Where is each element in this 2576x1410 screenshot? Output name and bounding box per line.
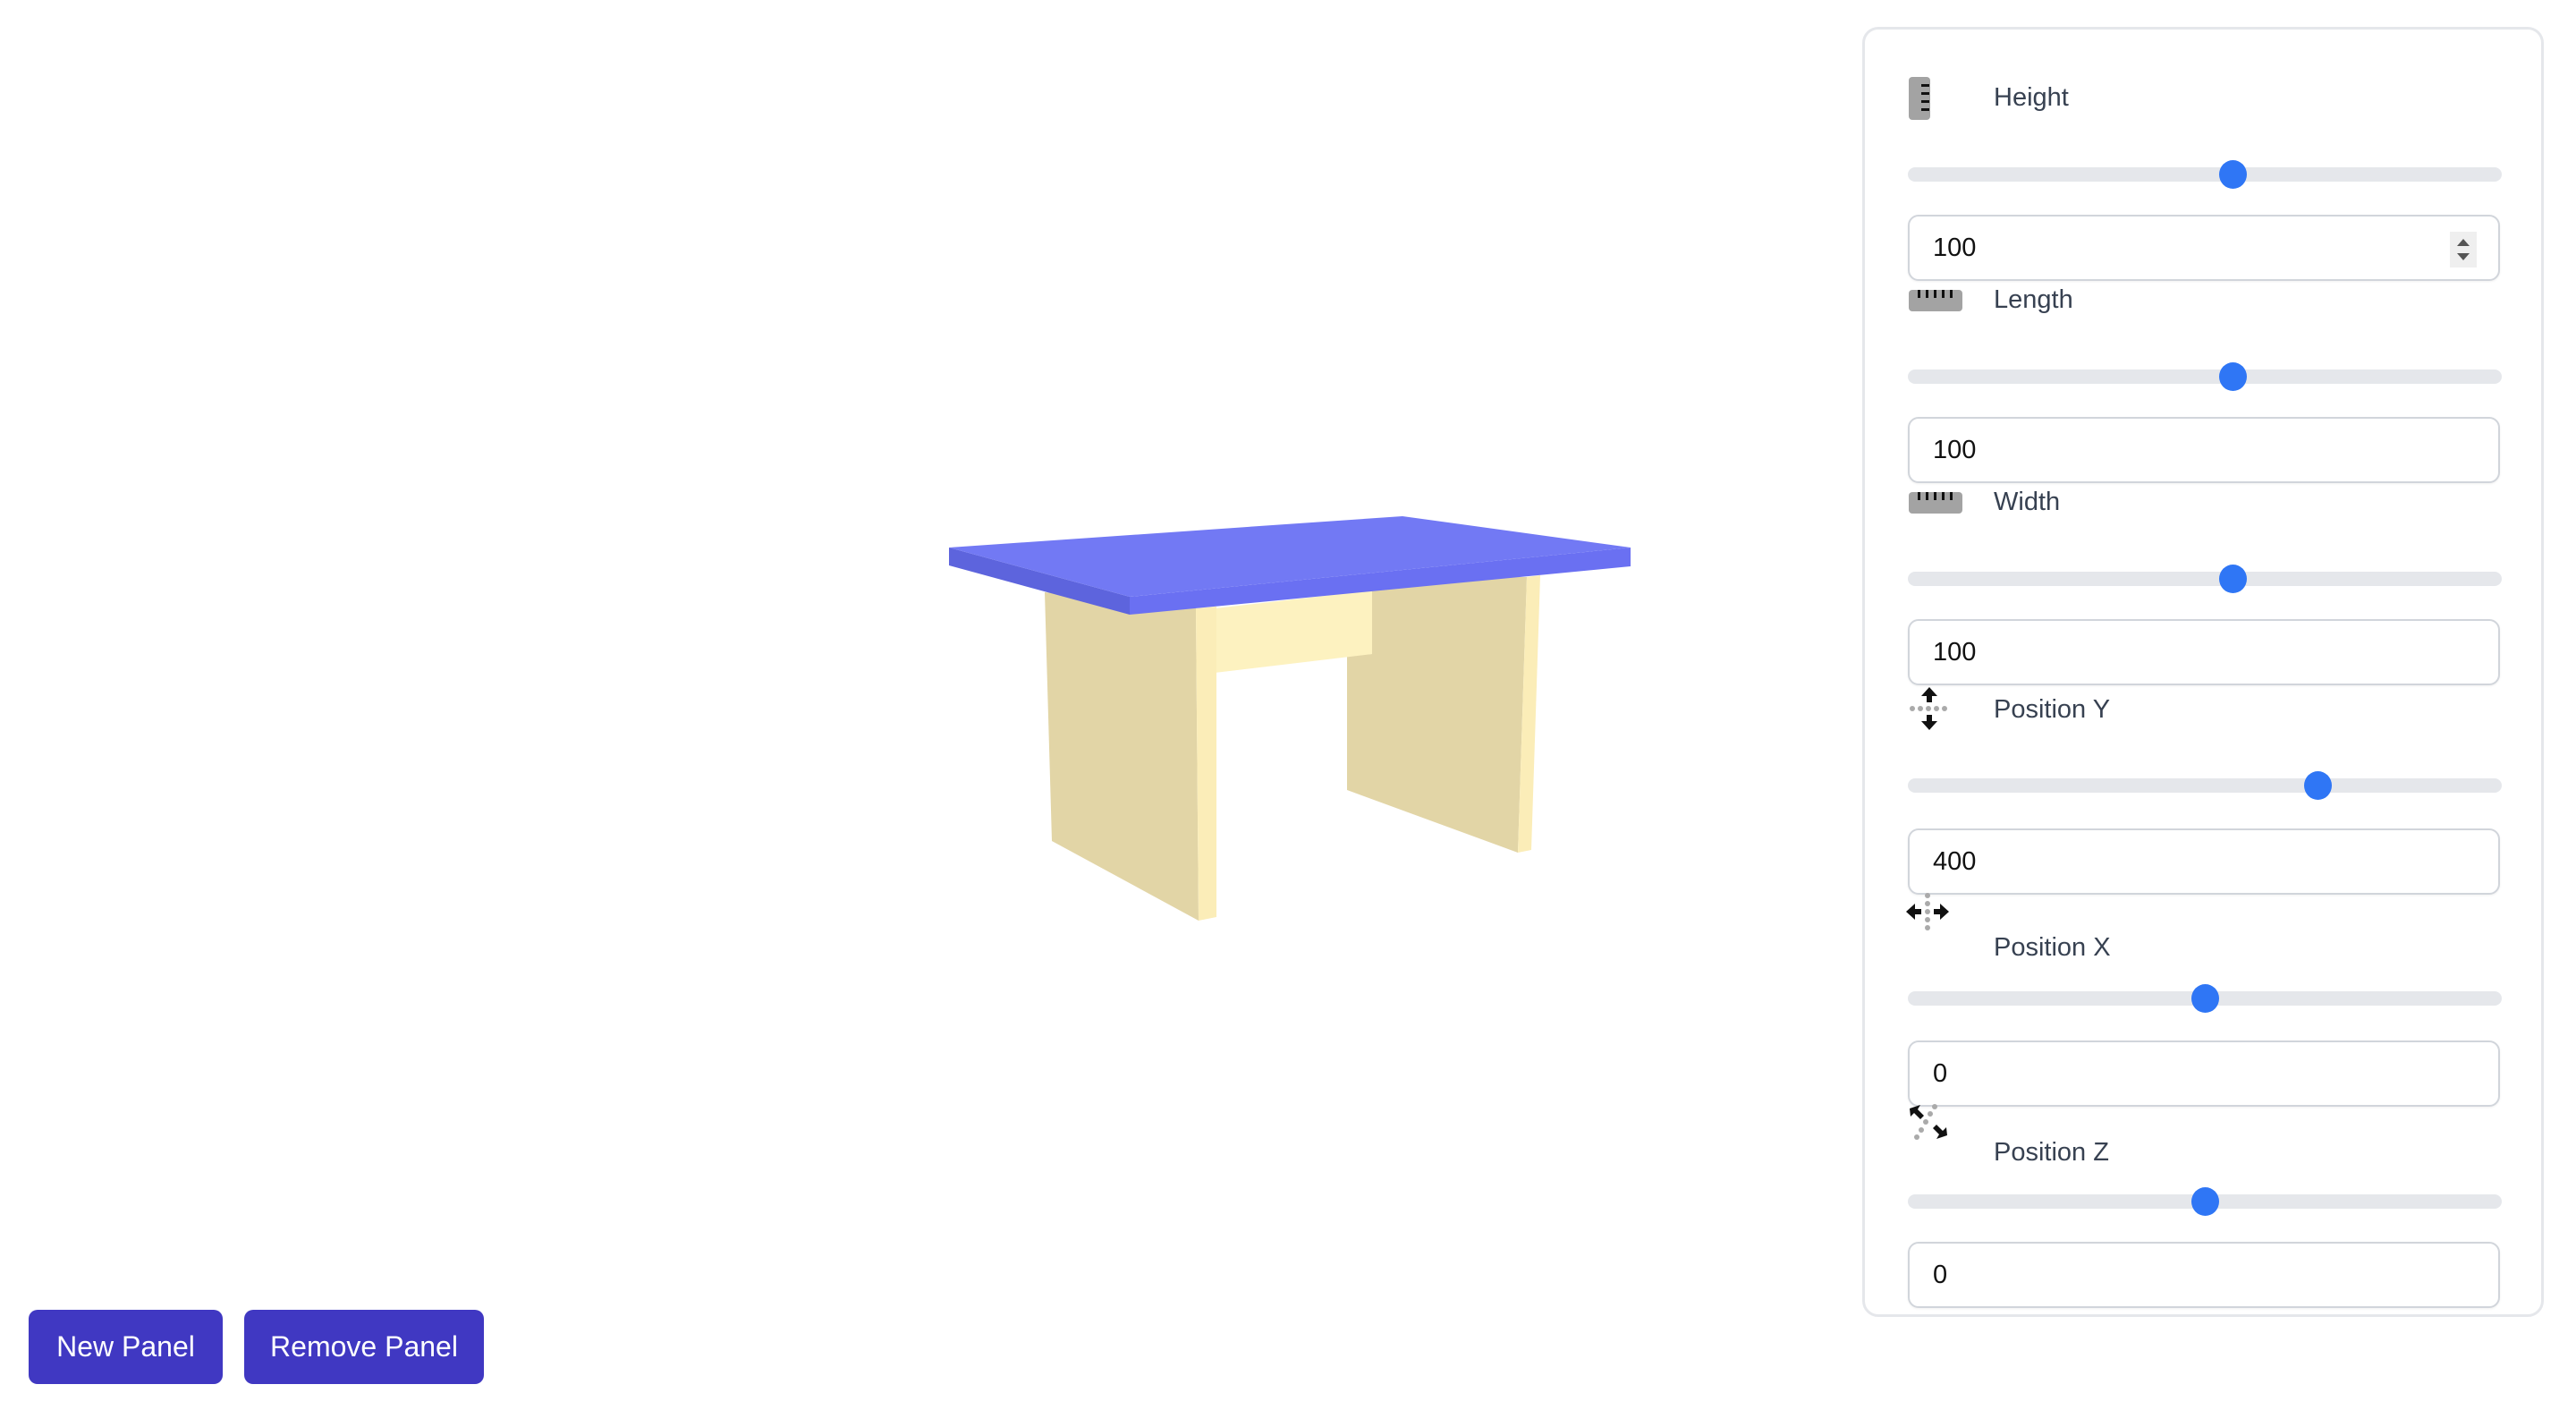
position-x-value: 0 — [1933, 1059, 1948, 1088]
position-y-value: 400 — [1933, 847, 1977, 876]
ruler-horizontal-icon — [1909, 492, 1962, 514]
position-x-label: Position X — [1994, 933, 2111, 962]
width-input[interactable]: 100 — [1908, 619, 2500, 685]
move-horizontal-icon — [1906, 893, 1949, 930]
position-z-slider[interactable] — [1908, 1187, 2502, 1216]
spinner-up-icon[interactable] — [2457, 239, 2470, 246]
new-panel-button[interactable]: New Panel — [29, 1310, 223, 1384]
width-slider-thumb[interactable] — [2219, 565, 2248, 593]
length-label: Length — [1994, 285, 2073, 314]
ruler-vertical-icon — [1909, 77, 1930, 120]
width-value: 100 — [1933, 638, 1977, 667]
height-label: Height — [1994, 83, 2069, 112]
length-value: 100 — [1933, 436, 1977, 464]
move-depth-icon — [1910, 1104, 1947, 1140]
position-z-input[interactable]: 0 — [1908, 1242, 2500, 1308]
position-y-slider-thumb[interactable] — [2304, 771, 2333, 800]
height-spinner[interactable] — [2450, 232, 2477, 268]
length-slider[interactable] — [1908, 362, 2502, 391]
length-slider-thumb[interactable] — [2219, 362, 2248, 391]
move-vertical-icon — [1910, 687, 1947, 730]
height-value: 100 — [1933, 234, 1977, 262]
height-input[interactable]: 100 — [1908, 215, 2500, 281]
spinner-down-icon[interactable] — [2457, 253, 2470, 260]
position-z-label: Position Z — [1994, 1138, 2109, 1167]
left-leg-front — [1045, 592, 1199, 921]
position-x-slider-thumb[interactable] — [2190, 984, 2219, 1013]
properties-panel: Height 100 Length 100 Width 100 Position… — [1862, 27, 2544, 1317]
position-y-label: Position Y — [1994, 695, 2111, 724]
position-x-slider[interactable] — [1908, 984, 2502, 1013]
position-z-slider-thumb[interactable] — [2190, 1187, 2219, 1216]
position-y-input[interactable]: 400 — [1908, 828, 2500, 895]
width-slider[interactable] — [1908, 565, 2502, 593]
height-slider[interactable] — [1908, 160, 2502, 189]
right-leg-front — [1347, 577, 1527, 853]
position-z-value: 0 — [1933, 1261, 1948, 1289]
position-x-input[interactable]: 0 — [1908, 1041, 2500, 1107]
table-model — [949, 516, 1631, 921]
length-input[interactable]: 100 — [1908, 417, 2500, 483]
height-slider-thumb[interactable] — [2219, 160, 2248, 189]
position-y-slider[interactable] — [1908, 771, 2502, 800]
ruler-horizontal-icon — [1909, 290, 1962, 311]
remove-panel-button[interactable]: Remove Panel — [244, 1310, 484, 1384]
left-leg-edge — [1196, 607, 1216, 921]
width-label: Width — [1994, 488, 2061, 516]
